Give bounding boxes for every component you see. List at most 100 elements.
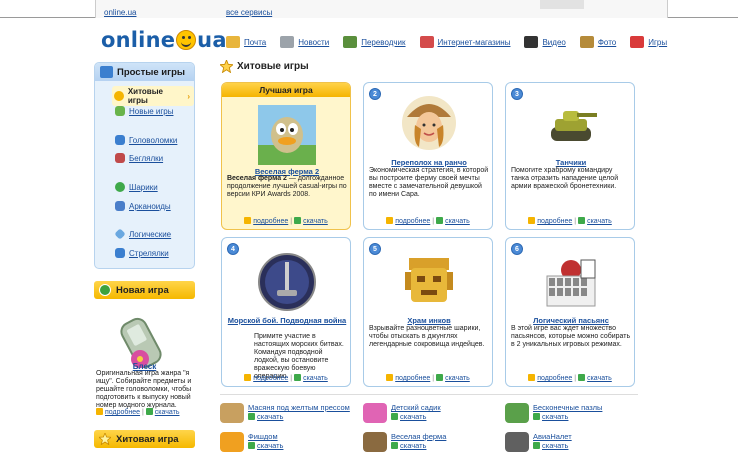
star-icon bbox=[220, 60, 233, 73]
game-card[interactable]: 6 Логический пасьянс В этой игре вас жде… bbox=[505, 237, 635, 387]
download-link[interactable]: скачать bbox=[445, 218, 470, 225]
sidebar-item-label[interactable]: Шарики bbox=[129, 183, 158, 192]
funny-farm-duck-image[interactable] bbox=[258, 105, 316, 165]
nav-item-shops[interactable]: Интернет-магазины bbox=[419, 36, 511, 48]
all-services-link[interactable]: все сервисы bbox=[226, 8, 272, 17]
logo-text-left: online bbox=[101, 28, 176, 52]
game-description-bold: Веселая ферма 2 bbox=[227, 175, 287, 182]
download-link[interactable]: скачать bbox=[542, 412, 568, 421]
game-title[interactable]: Логический пасьянс bbox=[510, 316, 632, 325]
list-item[interactable]: Фишдом скачать bbox=[220, 432, 283, 452]
game-card-best[interactable]: Лучшая игра Веселая ферма 2 Веселая ферм… bbox=[221, 82, 351, 230]
site-link[interactable]: online.ua bbox=[104, 8, 136, 17]
sidebar-item-label[interactable]: Логические bbox=[129, 230, 171, 239]
list-item-title[interactable]: Детский садик bbox=[391, 403, 441, 412]
simple-games-sidebar: Простые игры Хитовые игры › Новые игры Го… bbox=[94, 62, 195, 269]
sidebar-item-logic[interactable]: Логические bbox=[114, 228, 171, 240]
top-bar: online.ua все сервисы bbox=[0, 0, 738, 18]
download-link[interactable]: скачать bbox=[542, 441, 568, 450]
mail-icon bbox=[226, 36, 240, 48]
download-link[interactable]: скачать bbox=[257, 441, 283, 450]
sidebar-item-label[interactable]: Беглялки bbox=[129, 154, 163, 163]
new-game-more-link[interactable]: подробнее bbox=[105, 409, 140, 416]
more-link[interactable]: подробнее bbox=[537, 375, 572, 382]
list-item-title[interactable]: Фишдом bbox=[248, 432, 283, 441]
sidebar-item-label[interactable]: Новые игры bbox=[129, 107, 173, 116]
nav-item-news[interactable]: Новости bbox=[280, 36, 329, 48]
nav-item-translator[interactable]: Переводчик bbox=[343, 36, 406, 48]
list-item[interactable]: Бесконечные пазлы скачать bbox=[505, 403, 602, 423]
game-title[interactable]: Переполох на ранчо bbox=[368, 158, 490, 167]
download-icon bbox=[145, 408, 153, 415]
sidebar-item-shooters[interactable]: Стрелялки bbox=[115, 248, 169, 258]
list-item[interactable]: АвиаНалет скачать bbox=[505, 432, 572, 452]
list-item[interactable]: Детский садик скачать bbox=[363, 403, 441, 423]
more-link[interactable]: подробнее bbox=[537, 218, 572, 225]
inca-mask-image[interactable] bbox=[399, 252, 459, 312]
site-logo[interactable]: online ua bbox=[101, 28, 227, 52]
nav-label[interactable]: Переводчик bbox=[361, 38, 405, 47]
sidebar-item-new-games[interactable]: Новые игры bbox=[115, 106, 173, 116]
nav-label[interactable]: Игры bbox=[648, 38, 667, 47]
download-link[interactable]: скачать bbox=[400, 412, 426, 421]
list-item-title[interactable]: Масяня под желтым прессом bbox=[248, 403, 350, 412]
download-link[interactable]: скачать bbox=[445, 375, 470, 382]
game-card[interactable]: 2 Переполох на ранчо Экономическая страт… bbox=[363, 82, 493, 230]
logo-text-right: ua bbox=[197, 28, 227, 52]
page-title-text: Хитовые игры bbox=[237, 61, 309, 72]
nav-label[interactable]: Фото bbox=[598, 38, 616, 47]
sidebar-item-hit-games[interactable]: Хитовые игры › bbox=[112, 86, 194, 106]
game-thumbnail-icon bbox=[220, 403, 244, 423]
nav-label[interactable]: Видео bbox=[542, 38, 565, 47]
download-icon bbox=[578, 374, 586, 381]
download-link[interactable]: скачать bbox=[257, 412, 283, 421]
ranch-girl-image[interactable] bbox=[401, 95, 457, 151]
sidebar-item-runners[interactable]: Беглялки bbox=[115, 153, 163, 163]
hit-game-heading: Хитовая игра bbox=[116, 434, 179, 445]
download-link[interactable]: скачать bbox=[587, 375, 612, 382]
nav-item-mail[interactable]: Почта bbox=[226, 36, 266, 48]
nav-label[interactable]: Новости bbox=[298, 38, 329, 47]
more-icon bbox=[244, 217, 252, 224]
game-title[interactable]: Танчики bbox=[510, 158, 632, 167]
more-icon bbox=[96, 408, 103, 415]
nav-item-photo[interactable]: Фото bbox=[579, 36, 616, 48]
sidebar-item-arkanoids[interactable]: Арканоиды bbox=[115, 201, 171, 211]
more-link[interactable]: подробнее bbox=[253, 218, 288, 225]
game-thumbnail-icon bbox=[363, 432, 387, 452]
hit-game-header: Хитовая игра bbox=[94, 430, 195, 448]
sidebar-item-balls[interactable]: Шарики bbox=[115, 182, 158, 192]
download-link[interactable]: скачать bbox=[303, 375, 328, 382]
sidebar-item-label[interactable]: Стрелялки bbox=[129, 249, 169, 258]
more-link[interactable]: подробнее bbox=[395, 218, 430, 225]
download-link[interactable]: скачать bbox=[587, 218, 612, 225]
game-card[interactable]: 5 Храм инков Взрывайте разноцветные шари… bbox=[363, 237, 493, 387]
more-link[interactable]: подробнее bbox=[395, 375, 430, 382]
list-item-title[interactable]: АвиаНалет bbox=[533, 432, 572, 441]
game-rank-badge: 2 bbox=[369, 88, 381, 100]
sidebar-item-puzzles[interactable]: Головоломки bbox=[115, 135, 177, 145]
shooter-icon bbox=[115, 248, 125, 258]
runner-icon bbox=[115, 153, 125, 163]
game-title[interactable]: Морской бой. Подводная война bbox=[226, 316, 348, 325]
nav-item-video[interactable]: Видео bbox=[524, 36, 566, 48]
sidebar-item-label[interactable]: Арканоиды bbox=[129, 202, 171, 211]
new-game-download-link[interactable]: скачать bbox=[155, 409, 180, 416]
nav-label[interactable]: Интернет-магазины bbox=[438, 38, 511, 47]
game-card[interactable]: 4 Морской бой. Подводная война Примите у… bbox=[221, 237, 351, 387]
game-card[interactable]: 3 Танчики Помогите храброму командиру та… bbox=[505, 82, 635, 230]
list-item-title[interactable]: Веселая ферма bbox=[391, 432, 446, 441]
download-link[interactable]: скачать bbox=[400, 441, 426, 450]
nav-item-games[interactable]: Игры bbox=[630, 36, 667, 48]
periscope-image[interactable] bbox=[257, 252, 317, 312]
list-item[interactable]: Веселая ферма скачать bbox=[363, 432, 446, 452]
list-item[interactable]: Масяня под желтым прессом скачать bbox=[220, 403, 350, 423]
nav-label[interactable]: Почта bbox=[244, 38, 266, 47]
tank-image[interactable] bbox=[543, 97, 599, 153]
more-link[interactable]: подробнее bbox=[253, 375, 288, 382]
game-title[interactable]: Храм инков bbox=[368, 316, 490, 325]
sidebar-item-label[interactable]: Головоломки bbox=[129, 136, 177, 145]
download-link[interactable]: скачать bbox=[303, 218, 328, 225]
solitaire-cards-image[interactable] bbox=[541, 252, 601, 312]
list-item-title[interactable]: Бесконечные пазлы bbox=[533, 403, 602, 412]
